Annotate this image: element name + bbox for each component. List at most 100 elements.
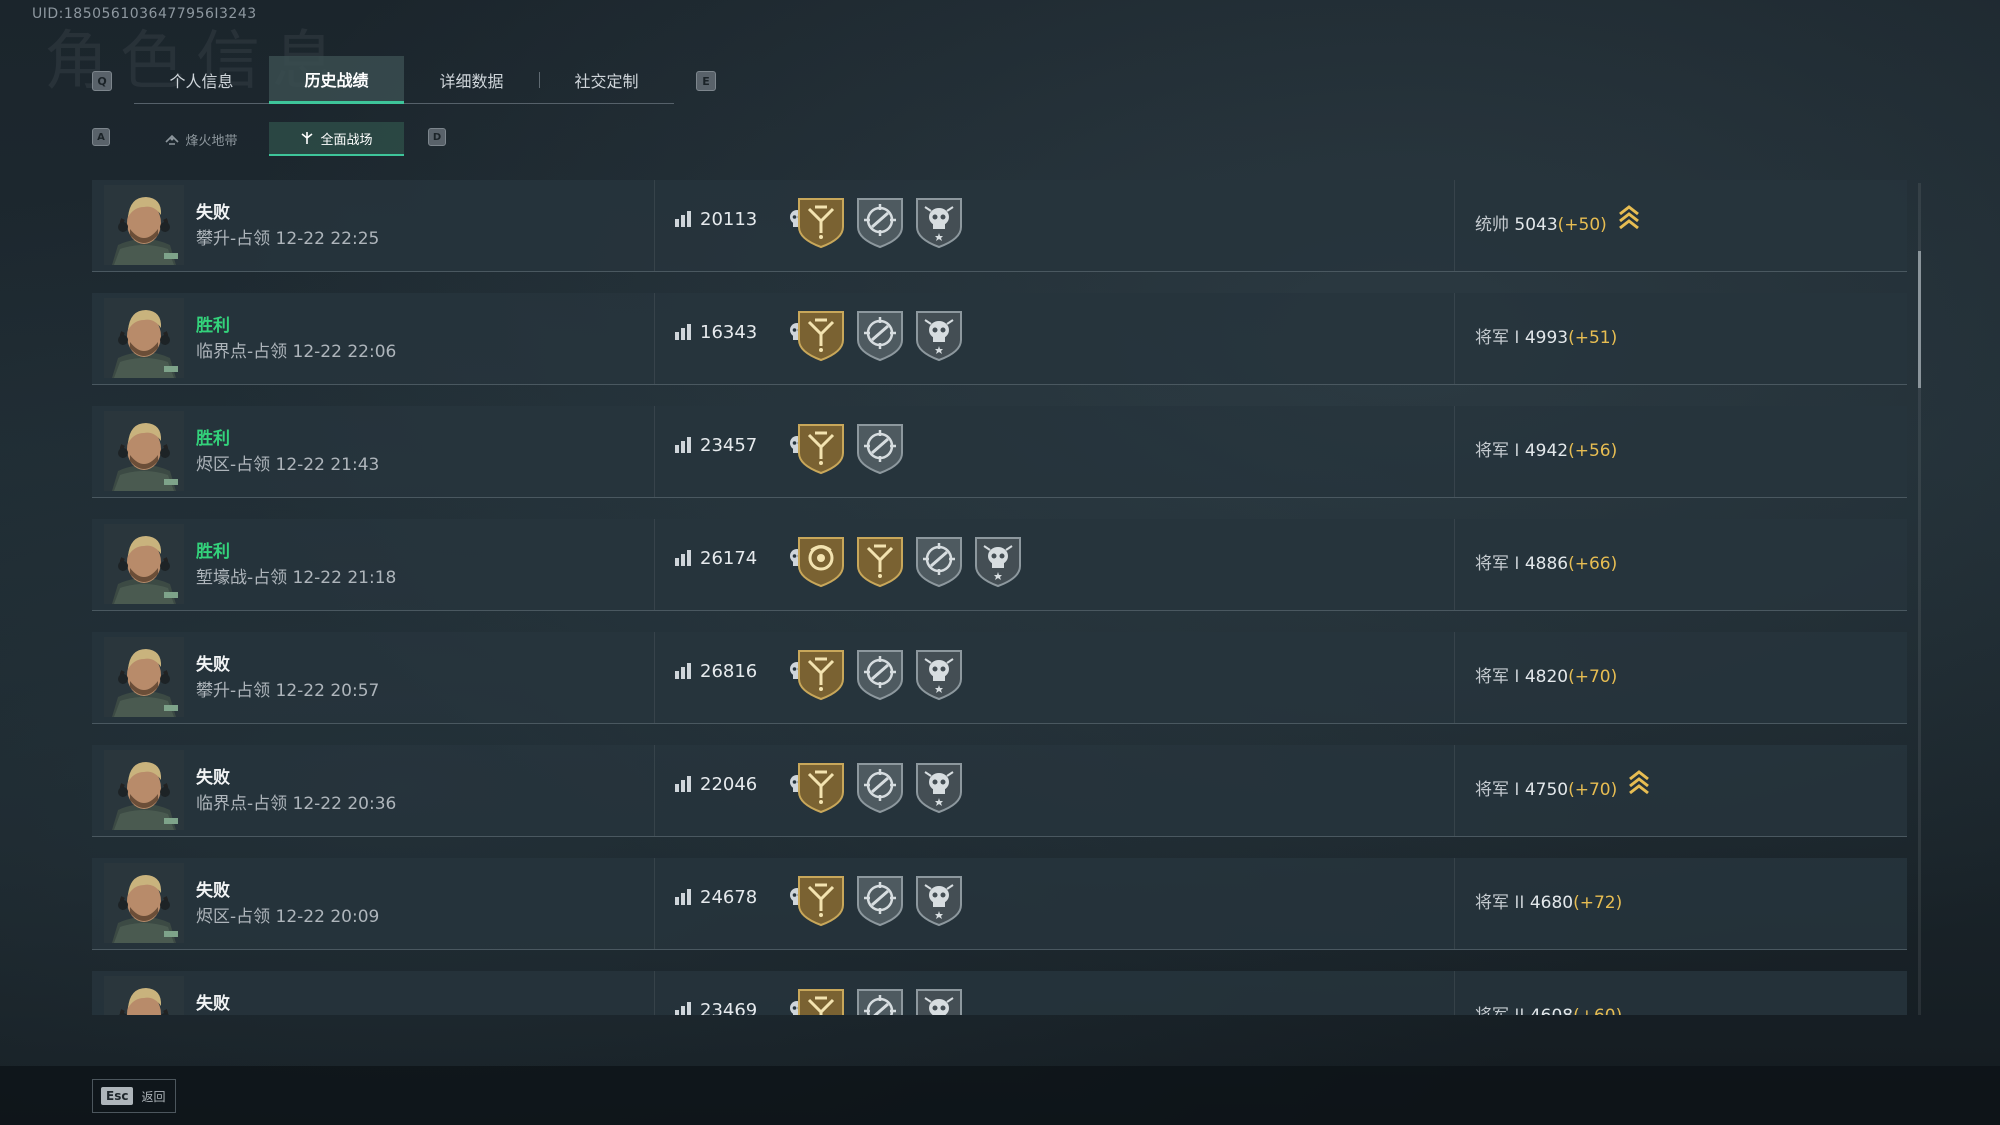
match-row[interactable]: 胜利 临界点-占领 12-22 22:06 16343 16 将军 I 4993… [92,293,1907,385]
gold-axes-badge[interactable] [795,645,847,701]
match-row[interactable]: 失败 烬区-占领 12-22 20:09 24678 30 将军 II 4680… [92,858,1907,950]
rank-points: 4993 [1524,328,1569,348]
rank-title: 将军 I [1475,328,1520,348]
gold-axes-badge[interactable] [795,758,847,814]
gold-axes-badge[interactable] [795,193,847,249]
score-bars-icon [675,663,691,679]
match-map-time: 烬区-占领 12-22 20:09 [196,907,380,927]
rank-info: 将军 II 4680(+72) [1475,888,1622,913]
rank-delta: (+70) [1568,780,1618,800]
row-divider [654,406,655,497]
back-button[interactable]: Esc 返回 [92,1079,176,1113]
silver-skull-badge[interactable] [913,645,965,701]
row-divider [1454,858,1455,949]
player-avatar [104,411,184,491]
gold-wreath-badge[interactable] [795,532,847,588]
scrollbar-thumb[interactable] [1918,251,1921,388]
tab-prev-key[interactable]: Q [92,71,112,91]
score-bars-icon [675,550,691,566]
score-bars-icon [675,437,691,453]
rank-points: 4820 [1524,667,1569,687]
esc-key-icon: Esc [101,1087,134,1105]
match-score: 23469 [700,1000,758,1015]
match-row[interactable]: 失败 临界点-占领 12-22 20:36 22046 39 将军 I 4750… [92,745,1907,837]
match-row[interactable]: 失败 攀升-占领 12-22 22:25 20113 34 统帅 5043(+5… [92,180,1907,272]
match-result: 失败 [196,994,230,1014]
silver-skull-badge[interactable] [913,306,965,362]
match-row[interactable]: 胜利 堑壕战-占领 12-22 21:18 26174 50 将军 I 4886… [92,519,1907,611]
score-bars-icon [675,324,691,340]
match-map-time: 堑壕战-占领 12-22 21:18 [196,568,397,588]
match-map-time: 临界点-占领 12-22 22:06 [196,342,397,362]
row-divider [654,745,655,836]
player-avatar [104,185,184,265]
rank-info: 将军 I 4820(+70) [1475,662,1617,687]
silver-target-badge[interactable] [854,419,906,475]
rank-points: 4942 [1524,441,1569,461]
rank-title: 将军 I [1475,780,1520,800]
silver-target-badge[interactable] [854,871,906,927]
match-map-time: 烬区-占领 12-22 21:43 [196,455,380,475]
rank-info: 将军 I 4886(+66) [1475,549,1617,574]
tab-detailed-data[interactable]: 详细数据 [404,56,539,104]
gold-axes-badge[interactable] [795,871,847,927]
tab-match-history[interactable]: 历史战绩 [269,56,404,104]
score-bars-icon [675,1002,691,1015]
rank-delta: (+56) [1568,441,1618,461]
rank-up-chevron-icon [1617,204,1641,232]
back-label: 返回 [141,1089,166,1104]
silver-skull-badge[interactable] [913,193,965,249]
match-row[interactable]: 失败 23469 36 将军 II 4608(+60) [92,971,1907,1015]
subtab-prev-key[interactable]: A [92,128,110,146]
rank-title: 统帅 [1475,215,1509,235]
gold-axes-badge[interactable] [795,306,847,362]
silver-target-badge[interactable] [854,758,906,814]
match-result: 失败 [196,203,230,223]
row-divider [654,858,655,949]
silver-target-badge[interactable] [854,984,906,1015]
silver-skull-badge[interactable] [913,871,965,927]
rank-delta: (+70) [1568,667,1618,687]
silver-skull-badge[interactable] [913,758,965,814]
subtab-next-key[interactable]: D [428,128,446,146]
gold-axes-badge[interactable] [795,984,847,1015]
score-bars-icon [675,889,691,905]
silver-target-badge[interactable] [913,532,965,588]
match-result: 失败 [196,768,230,788]
gold-axes-badge[interactable] [795,419,847,475]
rank-info: 将军 I 4750(+70) [1475,775,1617,800]
match-row[interactable]: 失败 攀升-占领 12-22 20:57 26816 42 将军 I 4820(… [92,632,1907,724]
silver-target-badge[interactable] [854,306,906,362]
rank-info: 统帅 5043(+50) [1475,210,1607,235]
tab-social-custom[interactable]: 社交定制 [539,56,674,104]
silver-skull-badge[interactable] [972,532,1024,588]
rank-delta: (+50) [1557,215,1607,235]
row-divider [654,180,655,271]
silver-target-badge[interactable] [854,193,906,249]
match-row[interactable]: 胜利 烬区-占领 12-22 21:43 23457 40 将军 I 4942(… [92,406,1907,498]
mode-subtabs: 烽火地带 全面战场 [134,122,404,156]
match-history-list: 失败 攀升-占领 12-22 22:25 20113 34 统帅 5043(+5… [92,180,1908,1015]
row-divider [1454,180,1455,271]
match-score: 16343 [700,322,758,343]
tab-next-key[interactable]: E [696,71,716,91]
rank-up-chevron-icon [1627,769,1651,797]
rank-title: 将军 I [1475,667,1520,687]
row-divider [1454,406,1455,497]
main-tabs: 个人信息 历史战绩 详细数据 社交定制 [134,56,674,104]
gold-axes-badge[interactable] [854,532,906,588]
silver-skull-badge[interactable] [913,984,965,1015]
silver-target-badge[interactable] [854,645,906,701]
row-divider [1454,745,1455,836]
match-map-time: 攀升-占领 12-22 22:25 [196,229,380,249]
tab-personal-info[interactable]: 个人信息 [134,56,269,104]
match-result: 胜利 [196,542,230,562]
subtab-battlefield[interactable]: 全面战场 [269,122,404,156]
rank-info: 将军 II 4608(+60) [1475,1001,1622,1015]
rank-delta: (+72) [1573,893,1623,913]
player-avatar [104,863,184,943]
match-result: 胜利 [196,316,230,336]
match-score: 23457 [700,435,758,456]
subtab-flame-zone[interactable]: 烽火地带 [134,122,269,156]
rank-points: 4750 [1524,780,1569,800]
